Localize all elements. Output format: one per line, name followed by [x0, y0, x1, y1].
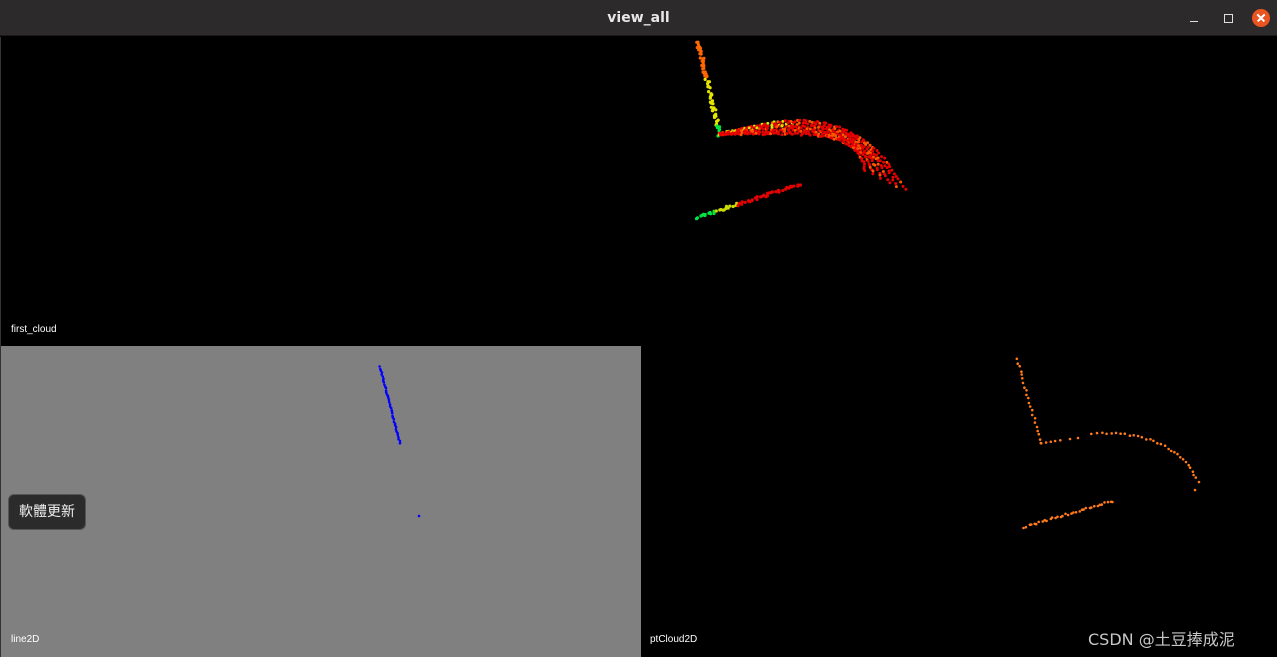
- csdn-watermark: CSDN @土豆捧成泥: [1088, 630, 1235, 649]
- software-update-button[interactable]: 軟體更新: [8, 494, 86, 530]
- maximize-icon[interactable]: [1219, 9, 1237, 27]
- window-title: view_all: [607, 10, 670, 26]
- minimize-icon[interactable]: [1185, 9, 1203, 27]
- app-window: view_all first_cloud line2D ptCloud2D 軟體…: [0, 0, 1277, 657]
- viewport-first-cloud[interactable]: first_cloud: [0, 37, 1277, 346]
- viewport-ptcloud2d[interactable]: ptCloud2D: [641, 346, 1277, 657]
- viewport-label-first-cloud: first_cloud: [11, 324, 57, 335]
- title-bar[interactable]: view_all: [0, 0, 1277, 36]
- viewport-label-line2d: line2D: [11, 634, 40, 645]
- viewport-line2d[interactable]: line2D: [0, 346, 641, 657]
- viewport-label-ptcloud2d: ptCloud2D: [650, 634, 698, 645]
- close-icon[interactable]: [1252, 9, 1270, 27]
